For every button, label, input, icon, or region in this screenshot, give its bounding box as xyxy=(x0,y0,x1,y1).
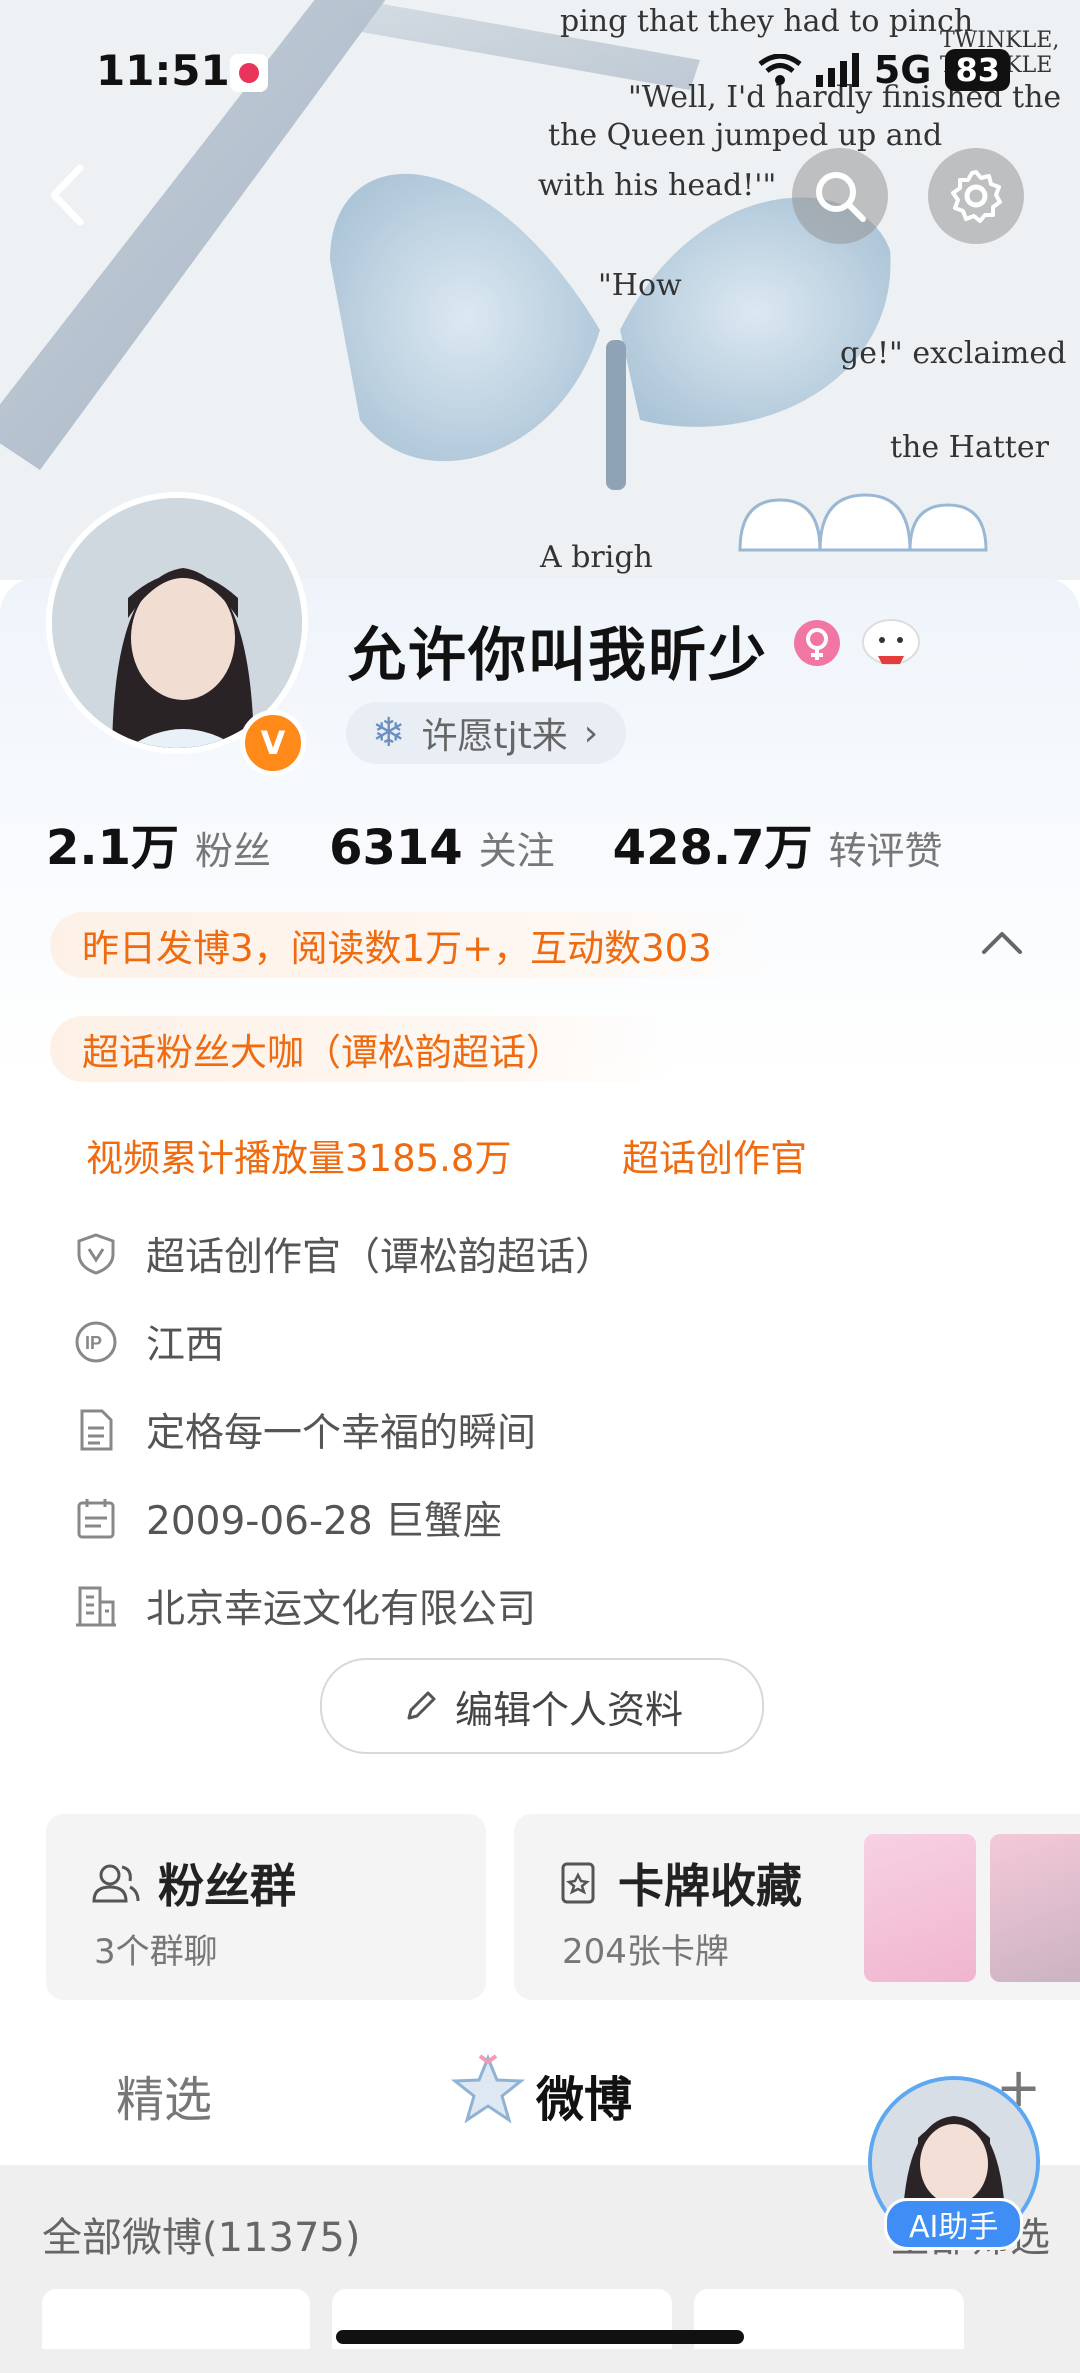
network-label: 5G xyxy=(873,48,932,92)
fans-group-title: 粉丝群 xyxy=(90,1850,296,1916)
info-row-ip: IP 江西 xyxy=(74,1314,224,1370)
edit-profile-label: 编辑个人资料 xyxy=(454,1687,683,1732)
document-icon xyxy=(74,1408,118,1452)
stat-following[interactable]: 6314 关注 xyxy=(329,820,555,876)
back-button[interactable] xyxy=(40,160,100,230)
stat-likes[interactable]: 428.7万 转评赞 xyxy=(613,808,943,878)
info-row-creator: 超话创作官（谭松韵超话） xyxy=(74,1226,614,1282)
pencil-icon xyxy=(407,1691,436,1720)
banner-line: ping that they had to pinch xyxy=(560,4,974,39)
card-collection-title: 卡牌收藏 xyxy=(558,1850,802,1916)
building-icon xyxy=(74,1584,118,1628)
tab-featured[interactable]: 精选 xyxy=(116,2060,212,2130)
activity-pill[interactable]: 昨日发博3，阅读数1万+，互动数303 xyxy=(50,912,776,978)
home-indicator[interactable] xyxy=(336,2330,744,2344)
group-icon xyxy=(92,1864,140,1903)
card-subtitle: 204张卡牌 xyxy=(562,1932,729,1972)
signal-icon xyxy=(815,53,859,87)
ai-assistant-label[interactable]: AI助手 xyxy=(884,2198,1024,2250)
edit-profile-button[interactable]: 编辑个人资料 xyxy=(320,1658,764,1754)
status-indicators: 5G 83 xyxy=(758,48,1010,92)
creator-label[interactable]: 超话创作官 xyxy=(622,1128,807,1182)
gear-icon xyxy=(951,170,1002,223)
chevron-up-icon xyxy=(982,932,1022,954)
banner-line: with his head!'" xyxy=(538,168,777,203)
card-collection-card[interactable]: 卡牌收藏 204张卡牌 xyxy=(514,1814,1080,2000)
verified-badge: V xyxy=(240,710,306,776)
settings-button[interactable] xyxy=(928,148,1024,244)
sheep-mascot-icon xyxy=(856,612,926,668)
banner-line: the Queen jumped up and xyxy=(548,118,943,153)
collapse-button[interactable] xyxy=(980,928,1024,958)
search-icon xyxy=(816,172,866,222)
star-decoration-icon xyxy=(450,2054,526,2124)
stats-row: 2.1万 粉丝 6314 关注 428.7万 转评赞 xyxy=(46,808,1001,878)
fans-group-card[interactable]: 粉丝群 3个群聊 xyxy=(46,1814,486,2000)
info-row-company: 北京幸运文化有限公司 xyxy=(74,1578,536,1634)
tab-weibo[interactable]: 微博 xyxy=(536,2060,632,2130)
calendar-icon xyxy=(74,1496,118,1540)
card-title-text: 粉丝群 xyxy=(158,1859,296,1913)
activity-text: 昨日发博3，阅读数1万+，互动数303 xyxy=(82,927,712,970)
feed-card[interactable] xyxy=(42,2289,310,2349)
search-button[interactable] xyxy=(792,148,888,244)
banner-line: A brigh xyxy=(540,540,653,575)
snowflake-icon: ❄ xyxy=(372,710,406,756)
card-subtitle: 3个群聊 xyxy=(94,1932,218,1972)
profile-name: 允许你叫我昕少 xyxy=(348,621,769,689)
battery-indicator: 83 xyxy=(945,49,1010,91)
stat-label: 关注 xyxy=(478,829,555,873)
video-plays-label[interactable]: 视频累计播放量3185.8万 xyxy=(86,1128,511,1182)
chevron-left-icon xyxy=(50,164,84,226)
info-row-bio: 定格每一个幸福的瞬间 xyxy=(74,1402,536,1458)
svg-text:IP: IP xyxy=(85,1333,102,1353)
subname-chip[interactable]: ❄ 许愿tjt来 › xyxy=(346,702,627,764)
wifi-icon xyxy=(758,54,802,85)
banner-line: the Hatter xyxy=(890,430,1049,465)
status-time: 11:51 xyxy=(96,46,230,95)
info-text: 2009-06-28 巨蟹座 xyxy=(146,1499,503,1544)
stat-value: 428.7万 xyxy=(612,820,813,876)
subname-label: 许愿tjt来 xyxy=(421,716,568,757)
info-text: 北京幸运文化有限公司 xyxy=(146,1587,537,1632)
stat-followers[interactable]: 2.1万 粉丝 xyxy=(46,808,271,878)
star-card-icon xyxy=(561,1862,595,1904)
banner-line: ge!" exclaimed xyxy=(840,336,1067,371)
banner-line: "How xyxy=(598,268,682,303)
ip-icon: IP xyxy=(74,1320,118,1364)
super-fan-pill[interactable]: 超话粉丝大咖（谭松韵超话） xyxy=(50,1016,674,1082)
info-text: 超话创作官（谭松韵超话） xyxy=(146,1235,615,1280)
info-row-birthday: 2009-06-28 巨蟹座 xyxy=(74,1490,502,1546)
stat-label: 转评赞 xyxy=(828,829,943,873)
super-fan-text: 超话粉丝大咖（谭松韵超话） xyxy=(82,1031,563,1074)
female-gender-icon xyxy=(794,620,840,666)
card-thumbnail xyxy=(990,1834,1080,1982)
info-text: 定格每一个幸福的瞬间 xyxy=(146,1411,537,1456)
card-thumbnail xyxy=(864,1834,976,1982)
screen-record-icon xyxy=(230,54,268,92)
shield-v-icon xyxy=(74,1232,118,1276)
status-bar: 11:51 5G 83 xyxy=(0,40,1080,110)
stat-label: 粉丝 xyxy=(195,829,272,873)
chevron-right-icon: › xyxy=(583,712,599,754)
feed-title: 全部微博(11375) xyxy=(42,2215,361,2261)
stat-value: 6314 xyxy=(329,820,463,876)
card-title-text: 卡牌收藏 xyxy=(618,1859,802,1913)
info-text: 江西 xyxy=(146,1323,225,1368)
stat-value: 2.1万 xyxy=(46,820,180,876)
